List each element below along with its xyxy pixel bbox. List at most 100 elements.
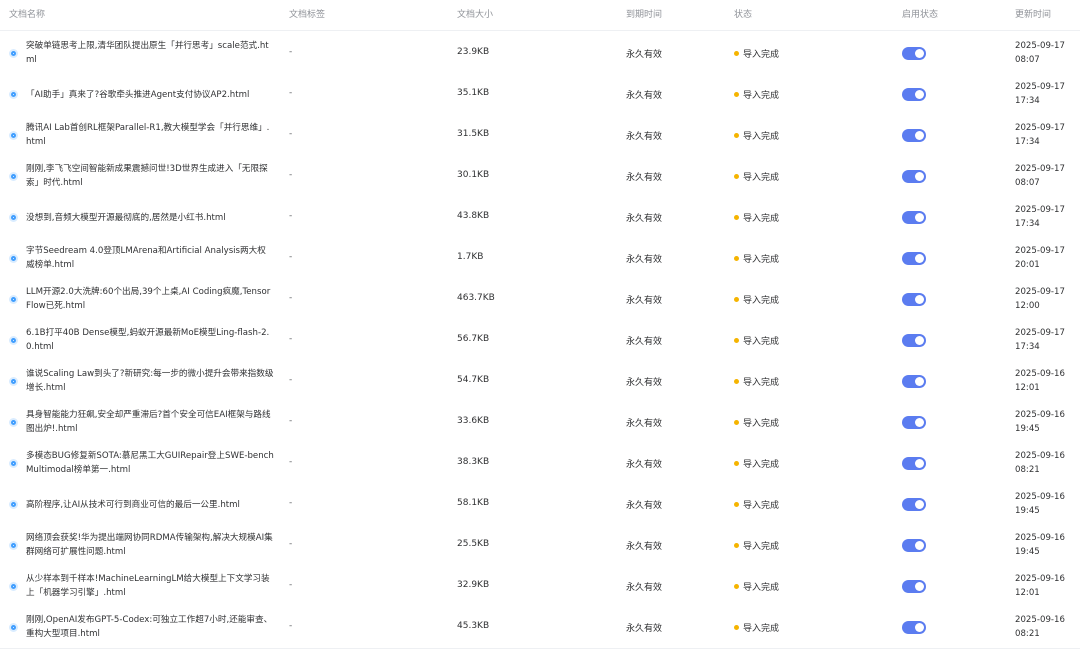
status-dot-icon [734,461,739,466]
table-row[interactable]: 多模态BUG修复新SOTA:慕尼黑工大GUIRepair登上SWE-bench … [0,443,1080,485]
status-badge: 导入完成 [734,621,779,634]
table-row[interactable]: 刚刚,李飞飞空间智能新成果震撼问世!3D世界生成进入「无限探索」时代.html -… [0,156,1080,198]
table-row[interactable]: 谁说Scaling Law到头了?新研究:每一步的微小提升会带来指数级增长.ht… [0,361,1080,403]
enable-toggle[interactable] [902,170,926,183]
enable-toggle[interactable] [902,539,926,552]
col-header-expiry[interactable]: 到期时间 [626,7,662,20]
table-row[interactable]: 没想到,音频大模型开源最彻底的,居然是小红书.html - 43.8KB 永久有效 导入… [0,197,1080,239]
enable-toggle[interactable] [902,211,926,224]
col-header-size[interactable]: 文档大小 [457,7,493,20]
doc-tag: - [289,252,293,262]
table-row[interactable]: 6.1B打平40B Dense模型,蚂蚁开源最新MoE模型Ling-flash-… [0,320,1080,362]
doc-name[interactable]: 谁说Scaling Law到头了?新研究:每一步的微小提升会带来指数级增长.ht… [26,367,274,395]
status-badge: 导入完成 [734,416,779,429]
status-text: 导入完成 [743,50,780,60]
doc-tag: - [289,498,293,508]
enable-toggle[interactable] [902,375,926,388]
table-row[interactable]: 网络顶会获奖!华为提出端网协同RDMA传输架构,解决大规模AI集群网络可扩展性问… [0,525,1080,567]
doc-expiry: 永久有效 [626,624,663,634]
enable-toggle[interactable] [902,129,926,142]
doc-expiry: 永久有效 [626,50,663,60]
updated-time: 2025-09-17 17:34 [1015,121,1065,149]
doc-name[interactable]: 高阶程序,让AI从技术可行到商业可信的最后一公里.html [26,498,274,512]
doc-name[interactable]: 刚刚,OpenAI发布GPT-5-Codex:可独立工作超7小时,还能审查、重构… [26,613,274,641]
doc-name[interactable]: 多模态BUG修复新SOTA:慕尼黑工大GUIRepair登上SWE-bench … [26,449,274,477]
doc-name[interactable]: 刚刚,李飞飞空间智能新成果震撼问世!3D世界生成进入「无限探索」时代.html [26,162,274,190]
toggle-knob [915,459,924,468]
doc-size: 54.7KB [457,375,490,385]
updated-date: 2025-09-16 [1015,615,1065,625]
updated-time: 2025-09-17 20:01 [1015,244,1065,272]
status-badge: 导入完成 [734,539,779,552]
doc-size: 38.3KB [457,457,490,467]
enable-toggle[interactable] [902,334,926,347]
updated-time: 2025-09-17 08:07 [1015,39,1065,67]
file-icon [9,500,18,509]
enable-toggle[interactable] [902,621,926,634]
updated-date: 2025-09-16 [1015,492,1065,502]
enable-toggle[interactable] [902,252,926,265]
doc-tag: - [289,293,293,303]
col-header-status[interactable]: 状态 [734,7,752,20]
updated-clock: 19:45 [1015,424,1040,434]
table-row[interactable]: LLM开源2.0大洗牌:60个出局,39个上桌,AI Coding疯魔,Tens… [0,279,1080,321]
table-row[interactable]: 突破单链思考上限,清华团队提出原生「并行思考」scale范式.html - 23.9… [0,33,1080,75]
doc-name[interactable]: 「AI助手」真来了?谷歌牵头推进Agent支付协议AP2.html [26,88,274,102]
enable-toggle[interactable] [902,580,926,593]
table-row[interactable]: 字节Seedream 4.0登顶LMArena和Artificial Analy… [0,238,1080,280]
table-row[interactable]: 具身智能能力狂飙,安全却严重滞后?首个安全可信EAI框架与路线图出炉!.html… [0,402,1080,444]
updated-clock: 17:34 [1015,96,1040,106]
doc-name[interactable]: 没想到,音频大模型开源最彻底的,居然是小红书.html [26,211,274,225]
doc-expiry: 永久有效 [626,255,663,265]
col-header-updated[interactable]: 更新时间 [1015,7,1051,20]
doc-size: 30.1KB [457,170,490,180]
updated-date: 2025-09-17 [1015,287,1065,297]
doc-name[interactable]: 突破单链思考上限,清华团队提出原生「并行思考」scale范式.html [26,39,274,67]
enable-toggle[interactable] [902,457,926,470]
status-text: 导入完成 [743,173,780,183]
enable-toggle[interactable] [902,293,926,306]
doc-name[interactable]: 从少样本到千样本!MachineLearningLM给大模型上下文学习装上「机器… [26,572,274,600]
status-text: 导入完成 [743,460,780,470]
table-row[interactable]: 高阶程序,让AI从技术可行到商业可信的最后一公里.html - 58.1KB 永久有效… [0,484,1080,526]
enable-toggle[interactable] [902,47,926,60]
doc-name[interactable]: 具身智能能力狂飙,安全却严重滞后?首个安全可信EAI框架与路线图出炉!.html [26,408,274,436]
toggle-knob [915,377,924,386]
doc-size: 35.1KB [457,88,490,98]
table-row[interactable]: 从少样本到千样本!MachineLearningLM给大模型上下文学习装上「机器… [0,566,1080,608]
doc-expiry: 永久有效 [626,337,663,347]
updated-date: 2025-09-16 [1015,451,1065,461]
enable-toggle[interactable] [902,498,926,511]
col-header-enabled[interactable]: 启用状态 [902,7,938,20]
updated-time: 2025-09-17 17:34 [1015,326,1065,354]
status-dot-icon [734,543,739,548]
doc-size: 31.5KB [457,129,490,139]
doc-expiry: 永久有效 [626,132,663,142]
status-text: 导入完成 [743,132,780,142]
enable-toggle[interactable] [902,88,926,101]
doc-expiry: 永久有效 [626,296,663,306]
doc-name[interactable]: LLM开源2.0大洗牌:60个出局,39个上桌,AI Coding疯魔,Tens… [26,285,274,313]
table-row[interactable]: 刚刚,OpenAI发布GPT-5-Codex:可独立工作超7小时,还能审查、重构… [0,607,1080,649]
status-dot-icon [734,625,739,630]
doc-name[interactable]: 字节Seedream 4.0登顶LMArena和Artificial Analy… [26,244,274,272]
doc-name[interactable]: 6.1B打平40B Dense模型,蚂蚁开源最新MoE模型Ling-flash-… [26,326,274,354]
updated-clock: 17:34 [1015,342,1040,352]
status-badge: 导入完成 [734,211,779,224]
doc-tag: - [289,375,293,385]
doc-tag: - [289,88,293,98]
enable-toggle[interactable] [902,416,926,429]
doc-expiry: 永久有效 [626,542,663,552]
table-row[interactable]: 腾讯AI Lab首创RL框架Parallel-R1,教大模型学会「并行思维」.h… [0,115,1080,157]
status-dot-icon [734,51,739,56]
file-icon [9,254,18,263]
status-text: 导入完成 [743,501,780,511]
doc-expiry: 永久有效 [626,583,663,593]
table-row[interactable]: 「AI助手」真来了?谷歌牵头推进Agent支付协议AP2.html - 35.1KB… [0,74,1080,116]
col-header-tag[interactable]: 文档标签 [289,7,325,20]
col-header-name[interactable]: 文档名称 [9,7,45,20]
toggle-knob [915,418,924,427]
doc-name[interactable]: 腾讯AI Lab首创RL框架Parallel-R1,教大模型学会「并行思维」.h… [26,121,274,149]
doc-name[interactable]: 网络顶会获奖!华为提出端网协同RDMA传输架构,解决大规模AI集群网络可扩展性问… [26,531,274,559]
toggle-knob [915,336,924,345]
